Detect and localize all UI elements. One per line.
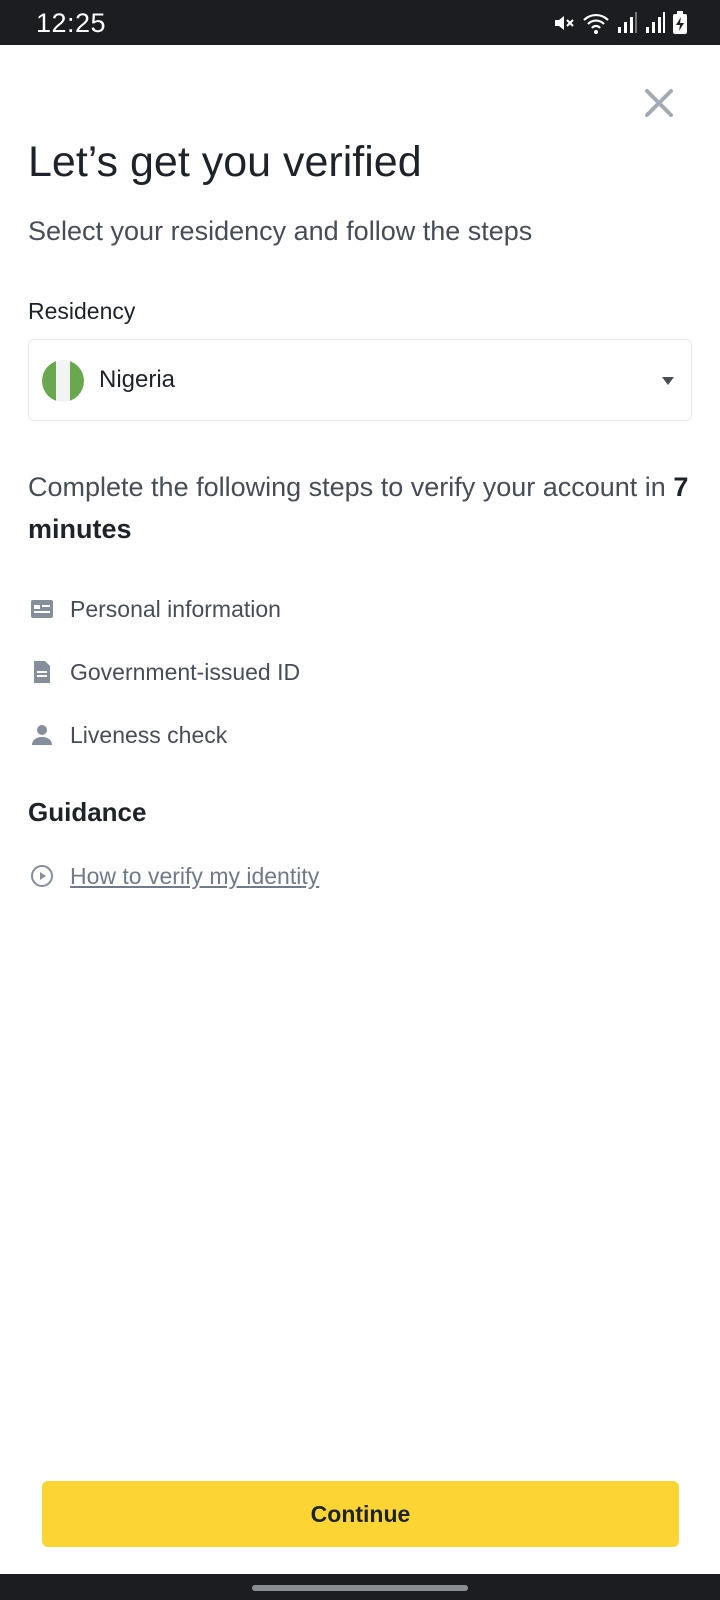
page-title: Let’s get you verified	[28, 138, 422, 186]
guidance-title: Guidance	[28, 797, 147, 827]
wifi-icon	[583, 13, 609, 34]
signal-icon	[618, 12, 637, 33]
nigeria-flag-icon	[42, 360, 84, 402]
close-button[interactable]	[638, 82, 680, 124]
home-gesture-handle[interactable]	[252, 1585, 468, 1591]
document-icon	[28, 658, 56, 686]
steps-intro-text: Complete the following steps to verify y…	[28, 472, 674, 502]
status-icons	[552, 11, 688, 35]
residency-select[interactable]: Nigeria	[28, 339, 692, 421]
residency-label: Residency	[28, 298, 136, 324]
flag-stripe-middle	[56, 360, 70, 402]
signal-icon	[646, 12, 665, 33]
step-personal-information: Personal information	[28, 591, 281, 627]
selected-country: Nigeria	[99, 366, 176, 393]
play-circle-icon	[28, 862, 56, 890]
close-icon	[645, 89, 673, 117]
chevron-down-icon	[662, 377, 674, 385]
flag-stripe-right	[70, 360, 84, 402]
navigation-bar	[0, 1574, 720, 1600]
mute-icon	[555, 16, 574, 30]
step-label: Personal information	[70, 595, 281, 622]
step-label: Government-issued ID	[70, 658, 301, 685]
status-time: 12:25	[36, 8, 107, 38]
page-subtitle: Select your residency and follow the ste…	[28, 216, 533, 246]
how-to-verify-link[interactable]: How to verify my identity	[28, 862, 319, 890]
continue-button[interactable]: Continue	[42, 1481, 679, 1547]
step-label: Liveness check	[70, 721, 228, 748]
guidance-link-label[interactable]: How to verify my identity	[70, 863, 319, 890]
battery-charging-icon	[673, 11, 687, 34]
person-icon	[28, 721, 56, 749]
flag-stripe-left	[42, 360, 56, 402]
status-bar: 12:25	[0, 0, 720, 45]
step-liveness-check: Liveness check	[28, 717, 227, 753]
step-government-id: Government-issued ID	[28, 654, 300, 690]
steps-intro: Complete the following steps to verify y…	[28, 466, 698, 550]
id-card-icon	[28, 595, 56, 623]
